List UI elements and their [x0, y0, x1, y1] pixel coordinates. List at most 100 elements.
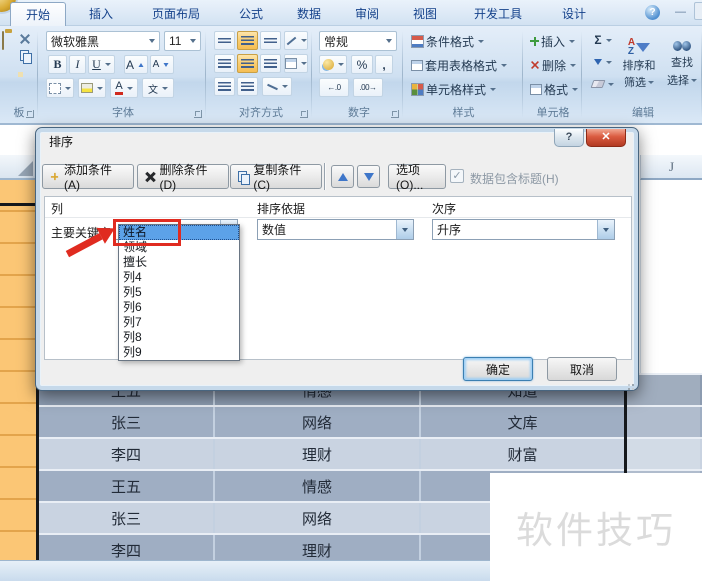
bold-button[interactable]: B: [48, 55, 67, 74]
cell-field[interactable]: 网络: [213, 407, 419, 437]
grow-font-button[interactable]: A: [124, 55, 148, 74]
dropdown-item[interactable]: 列6: [119, 300, 239, 315]
orientation-button[interactable]: [284, 31, 308, 50]
sort-on-dropdown-button[interactable]: [396, 220, 413, 239]
delete-condition-button[interactable]: 删除条件(D): [137, 163, 229, 192]
cell-styles-button[interactable]: 单元格样式: [408, 79, 499, 99]
decrease-indent-icon: [218, 82, 231, 91]
move-up-button[interactable]: [331, 165, 354, 188]
cell-field[interactable]: 情感: [213, 471, 419, 501]
tab-insert[interactable]: 插入: [76, 3, 126, 26]
delete-cells-button[interactable]: 删除: [528, 55, 578, 75]
tab-view[interactable]: 视图: [400, 3, 450, 26]
percent-style-button[interactable]: %: [351, 55, 373, 74]
fill-button[interactable]: [590, 53, 616, 71]
ok-button[interactable]: 确定: [463, 357, 533, 381]
insert-cells-button[interactable]: 插入: [528, 31, 577, 51]
shrink-font-button[interactable]: A: [150, 55, 174, 74]
cancel-button[interactable]: 取消: [547, 357, 617, 381]
align-middle-button[interactable]: [237, 31, 258, 50]
number-format-combo[interactable]: 常规: [319, 31, 397, 51]
align-center-button[interactable]: [237, 54, 258, 73]
underline-button[interactable]: U: [88, 55, 115, 74]
move-down-button[interactable]: [357, 165, 380, 188]
table-row[interactable]: 张三 网络 文库: [39, 405, 702, 437]
help-icon[interactable]: ?: [645, 5, 660, 20]
tab-review[interactable]: 审阅: [342, 3, 392, 26]
dropdown-item[interactable]: 擅长: [119, 255, 239, 270]
increase-decimal-button[interactable]: ←.0: [319, 78, 349, 97]
cell-product[interactable]: 文库: [419, 407, 624, 437]
merge-center-button[interactable]: [284, 54, 308, 73]
table-row[interactable]: 李四 理财 财富: [39, 437, 702, 469]
dialog-help-button[interactable]: ?: [554, 129, 584, 147]
order-dropdown-button[interactable]: [597, 220, 614, 239]
cell-field[interactable]: 理财: [213, 439, 419, 469]
decrease-indent-button[interactable]: [214, 77, 235, 96]
phonetic-icon: 文: [148, 84, 158, 96]
tab-home[interactable]: 开始: [10, 2, 66, 26]
paste-icon[interactable]: [2, 31, 4, 50]
comma-style-button[interactable]: ,: [375, 55, 393, 74]
sort-on-combo[interactable]: 数值: [257, 219, 414, 240]
panel-divider: [45, 217, 631, 218]
dropdown-item[interactable]: 列5: [119, 285, 239, 300]
clear-button[interactable]: [590, 75, 616, 93]
decrease-decimal-button[interactable]: .00→: [353, 78, 383, 97]
phonetic-guide-button[interactable]: 文: [142, 78, 174, 98]
minimize-icon[interactable]: —: [675, 7, 686, 19]
tab-design[interactable]: 设计: [548, 3, 600, 26]
cell-extra[interactable]: [624, 407, 700, 437]
dropdown-item[interactable]: 列9: [119, 345, 239, 360]
increase-indent-button[interactable]: [237, 77, 258, 96]
cell-product[interactable]: 财富: [419, 439, 624, 469]
dropdown-item[interactable]: 列4: [119, 270, 239, 285]
format-cells-button[interactable]: 格式: [528, 79, 580, 99]
clipboard-dialog-launcher-icon[interactable]: [26, 110, 34, 118]
cell-name[interactable]: 张三: [39, 503, 213, 533]
alignment-dialog-launcher-icon[interactable]: [300, 110, 308, 118]
select-all-corner[interactable]: [0, 155, 35, 180]
font-name-combo[interactable]: 微软雅黑: [46, 31, 160, 51]
tab-page-layout[interactable]: 页面布局: [134, 3, 218, 26]
cell-field[interactable]: 网络: [213, 503, 419, 533]
tab-data[interactable]: 数据: [284, 3, 334, 26]
accounting-format-button[interactable]: [319, 55, 347, 74]
cell-extra[interactable]: [624, 439, 700, 469]
add-condition-button[interactable]: 添加条件(A): [42, 163, 134, 192]
tab-formulas[interactable]: 公式: [226, 3, 276, 26]
orientation-icon: [286, 36, 296, 45]
borders-button[interactable]: [46, 78, 74, 98]
align-top-button[interactable]: [214, 31, 235, 50]
italic-button[interactable]: I: [69, 55, 86, 74]
cell-name[interactable]: 李四: [39, 439, 213, 469]
align-right-button[interactable]: [260, 54, 281, 73]
options-button[interactable]: 选项(O)...: [388, 163, 446, 192]
conditional-formatting-button[interactable]: 条件格式: [408, 31, 487, 51]
copy-condition-button[interactable]: 复制条件(C): [230, 163, 322, 192]
font-color-button[interactable]: A: [110, 78, 138, 98]
dropdown-item[interactable]: 列7: [119, 315, 239, 330]
wrap-text-button[interactable]: [262, 77, 292, 96]
tab-developer[interactable]: 开发工具: [458, 3, 538, 26]
find-select-button[interactable]: 查找 选择: [662, 31, 702, 97]
fill-color-button[interactable]: [78, 78, 106, 98]
font-dialog-launcher-icon[interactable]: [194, 110, 202, 118]
column-a-highlighted[interactable]: [0, 180, 36, 561]
cell-name[interactable]: 王五: [39, 471, 213, 501]
dropdown-item[interactable]: 列8: [119, 330, 239, 345]
order-combo[interactable]: 升序: [432, 219, 615, 240]
header-checkbox[interactable]: ✓: [450, 169, 464, 183]
font-size-combo[interactable]: 11: [164, 31, 201, 51]
sort-filter-button[interactable]: AZ 排序和 筛选: [618, 31, 660, 97]
number-dialog-launcher-icon[interactable]: [391, 110, 399, 118]
resize-grip[interactable]: [624, 376, 634, 386]
cell-name[interactable]: 张三: [39, 407, 213, 437]
align-bottom-button[interactable]: [260, 31, 281, 50]
format-as-table-button[interactable]: 套用表格格式: [408, 55, 510, 75]
autosum-button[interactable]: Σ: [590, 31, 616, 49]
group-editing: Σ AZ 排序和 筛选 查找 选择 编辑: [584, 26, 702, 123]
align-left-button[interactable]: [214, 54, 235, 73]
column-header-j[interactable]: J: [640, 155, 702, 180]
dialog-close-button[interactable]: ✕: [586, 129, 626, 147]
